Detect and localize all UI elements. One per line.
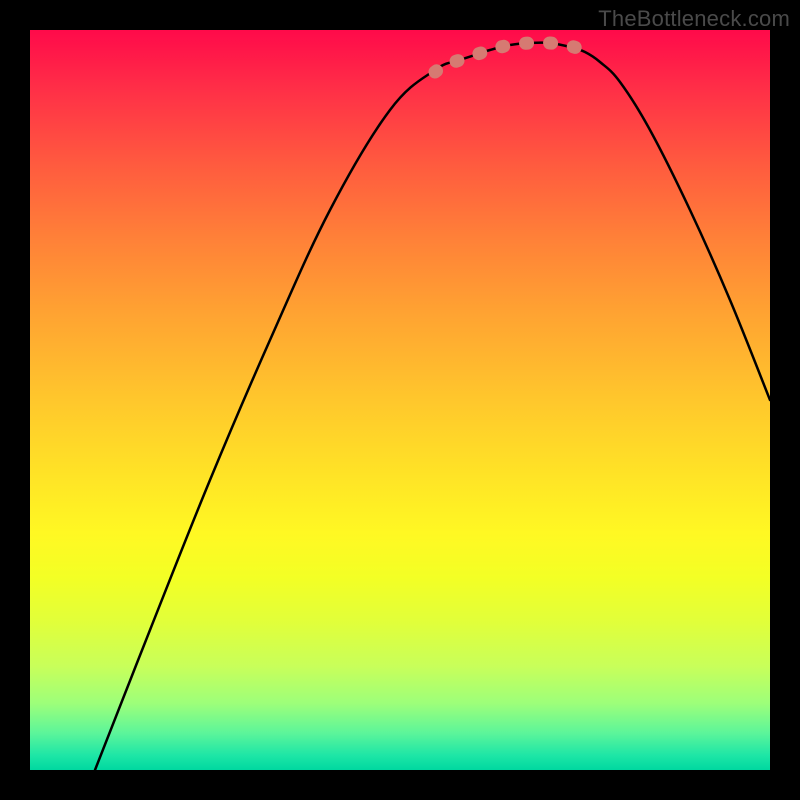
watermark-text: TheBottleneck.com [598,6,790,32]
plot-area [30,30,770,770]
bottleneck-curve [95,43,770,770]
chart-frame: TheBottleneck.com [0,0,800,800]
plot-svg [30,30,770,770]
